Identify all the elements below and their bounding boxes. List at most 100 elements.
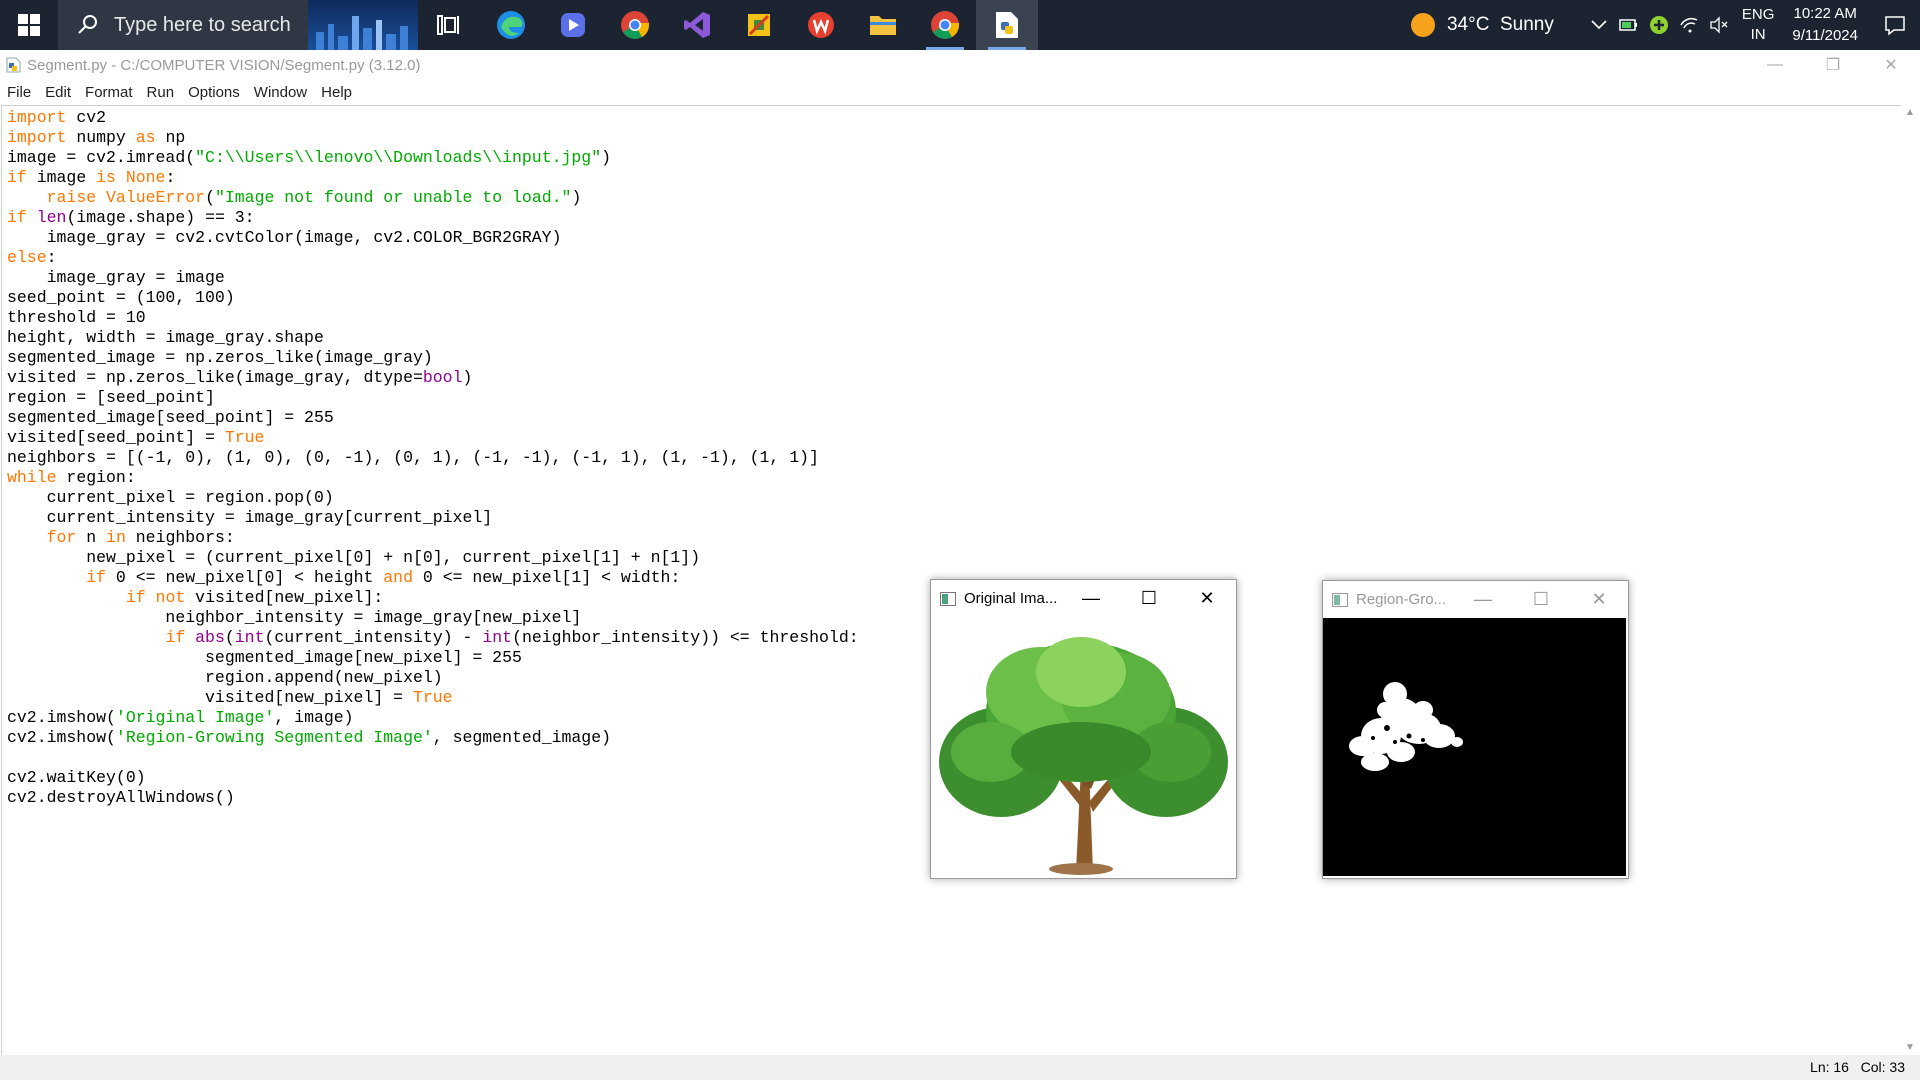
menu-window[interactable]: Window bbox=[247, 84, 314, 101]
minimize-button[interactable]: — bbox=[1454, 581, 1512, 618]
menu-run[interactable]: Run bbox=[140, 84, 182, 101]
language-indicator[interactable]: ENG IN bbox=[1742, 5, 1775, 45]
security-shield-icon[interactable] bbox=[1644, 0, 1674, 50]
taskbar-search-box[interactable]: Type here to search bbox=[58, 0, 418, 50]
taskbar-visual-studio[interactable] bbox=[666, 0, 728, 50]
code-token: region.append(new_pixel) bbox=[7, 668, 443, 687]
paint-icon bbox=[748, 14, 770, 36]
notification-icon bbox=[1885, 16, 1905, 36]
close-button[interactable]: ✕ bbox=[1570, 581, 1628, 618]
code-token: (current_intensity) - bbox=[264, 628, 483, 647]
menu-options[interactable]: Options bbox=[181, 84, 247, 101]
code-line: if len(image.shape) == 3: bbox=[7, 208, 859, 228]
cv-window-title: Region-Gro... bbox=[1356, 591, 1447, 608]
menu-format[interactable]: Format bbox=[78, 84, 140, 101]
code-line: raise ValueError("Image not found or una… bbox=[7, 188, 859, 208]
taskbar-copilot[interactable] bbox=[542, 0, 604, 50]
code-line: cv2.imshow('Original Image', image) bbox=[7, 708, 859, 728]
code-token: else bbox=[7, 248, 47, 267]
code-line: cv2.waitKey(0) bbox=[7, 768, 859, 788]
close-button[interactable]: ✕ bbox=[1178, 580, 1236, 617]
line-number: Ln: 16 bbox=[1810, 1059, 1849, 1075]
restore-button[interactable]: ❐ bbox=[1804, 50, 1862, 80]
code-token: np bbox=[155, 128, 186, 147]
code-token: image = cv2.imread( bbox=[7, 148, 196, 167]
code-token: numpy bbox=[66, 128, 136, 147]
copilot-icon bbox=[561, 13, 585, 37]
segmented-image-window[interactable]: Region-Gro... — ☐ ✕ bbox=[1322, 580, 1629, 879]
minimize-button[interactable]: — bbox=[1062, 580, 1120, 617]
scroll-down-arrow-icon[interactable]: ▼ bbox=[1905, 1042, 1915, 1053]
maximize-button[interactable]: ☐ bbox=[1512, 581, 1570, 618]
code-token: ) bbox=[601, 148, 612, 167]
code-token: True bbox=[412, 688, 453, 707]
code-token: cv2 bbox=[66, 108, 107, 127]
code-token: if bbox=[125, 588, 146, 607]
code-token: seed_point = (100, 100) bbox=[7, 288, 235, 307]
code-line: while region: bbox=[7, 468, 859, 488]
cv-window-titlebar: Region-Gro... — ☐ ✕ bbox=[1323, 581, 1628, 618]
code-line: new_pixel = (current_pixel[0] + n[0], cu… bbox=[7, 548, 859, 568]
code-line: else: bbox=[7, 248, 859, 268]
taskbar: Type here to search 34°C Sunny ENG IN 10… bbox=[0, 0, 1920, 50]
code-line: neighbor_intensity = image_gray[new_pixe… bbox=[7, 608, 859, 628]
folder-icon bbox=[870, 16, 896, 35]
search-highlight-image bbox=[308, 0, 418, 50]
chrome-icon bbox=[931, 11, 960, 39]
taskbar-chrome-profile[interactable] bbox=[914, 0, 976, 50]
taskbar-python-idle[interactable] bbox=[976, 0, 1038, 50]
code-token: "Image not found or unable to load." bbox=[214, 188, 572, 207]
battery-icon[interactable] bbox=[1614, 0, 1644, 50]
code-token: in bbox=[106, 528, 126, 547]
code-token: current_intensity = image_gray[current_p… bbox=[7, 508, 493, 527]
vertical-scrollbar[interactable]: ▲ ▼ bbox=[1901, 105, 1920, 1055]
minimize-button[interactable]: — bbox=[1746, 50, 1804, 80]
speaker-muted-icon[interactable] bbox=[1704, 0, 1734, 50]
start-button[interactable] bbox=[0, 0, 58, 50]
weather-widget[interactable]: 34°C Sunny bbox=[1447, 14, 1554, 36]
code-token: threshold = 10 bbox=[7, 308, 146, 327]
taskbar-paint[interactable] bbox=[728, 0, 790, 50]
code-line: import numpy as np bbox=[7, 128, 859, 148]
code-line: for n in neighbors: bbox=[7, 528, 859, 548]
code-line: seed_point = (100, 100) bbox=[7, 288, 859, 308]
code-token: if bbox=[7, 208, 27, 227]
taskbar-edge[interactable] bbox=[480, 0, 542, 50]
code-token: cv2.imshow( bbox=[7, 728, 116, 747]
code-token: visited[seed_point] = bbox=[7, 428, 225, 447]
clock[interactable]: 10:22 AM 9/11/2024 bbox=[1792, 3, 1858, 47]
taskbar-file-explorer[interactable] bbox=[852, 0, 914, 50]
menu-file[interactable]: File bbox=[0, 84, 38, 101]
code-token: segmented_image = np.zeros_like(image_gr… bbox=[7, 348, 433, 367]
menu-edit[interactable]: Edit bbox=[38, 84, 78, 101]
code-token: ValueError bbox=[106, 188, 206, 207]
taskbar-chrome[interactable] bbox=[604, 0, 666, 50]
windows-logo-icon bbox=[18, 14, 40, 36]
original-image-window[interactable]: Original Ima... — ☐ ✕ bbox=[930, 579, 1237, 879]
task-view-button[interactable] bbox=[418, 0, 480, 50]
weather-sun-icon[interactable] bbox=[1410, 13, 1435, 37]
code-line: neighbors = [(-1, 0), (1, 0), (0, -1), (… bbox=[7, 448, 859, 468]
code-token: height, width = image_gray.shape bbox=[7, 328, 324, 347]
code-line: current_pixel = region.pop(0) bbox=[7, 488, 859, 508]
code-line: segmented_image = np.zeros_like(image_gr… bbox=[7, 348, 859, 368]
code-token: ( bbox=[205, 188, 215, 207]
taskbar-wps-office[interactable] bbox=[790, 0, 852, 50]
notification-center-button[interactable] bbox=[1870, 0, 1920, 50]
column-number: Col: 33 bbox=[1860, 1059, 1905, 1075]
code-text[interactable]: import cv2 import numpy as np image = cv2.… bbox=[7, 108, 859, 808]
code-token: cv2.imshow( bbox=[7, 708, 116, 727]
maximize-button[interactable]: ☐ bbox=[1120, 580, 1178, 617]
scroll-up-arrow-icon[interactable]: ▲ bbox=[1905, 107, 1915, 118]
code-token: while bbox=[7, 468, 57, 487]
menu-help[interactable]: Help bbox=[314, 84, 359, 101]
code-token: (image.shape) == 3: bbox=[66, 208, 255, 227]
code-line: segmented_image[seed_point] = 255 bbox=[7, 408, 859, 428]
close-button[interactable]: ✕ bbox=[1862, 50, 1920, 80]
chevron-up-icon[interactable] bbox=[1584, 0, 1614, 50]
wifi-icon[interactable] bbox=[1674, 0, 1704, 50]
code-token: if bbox=[86, 568, 107, 587]
